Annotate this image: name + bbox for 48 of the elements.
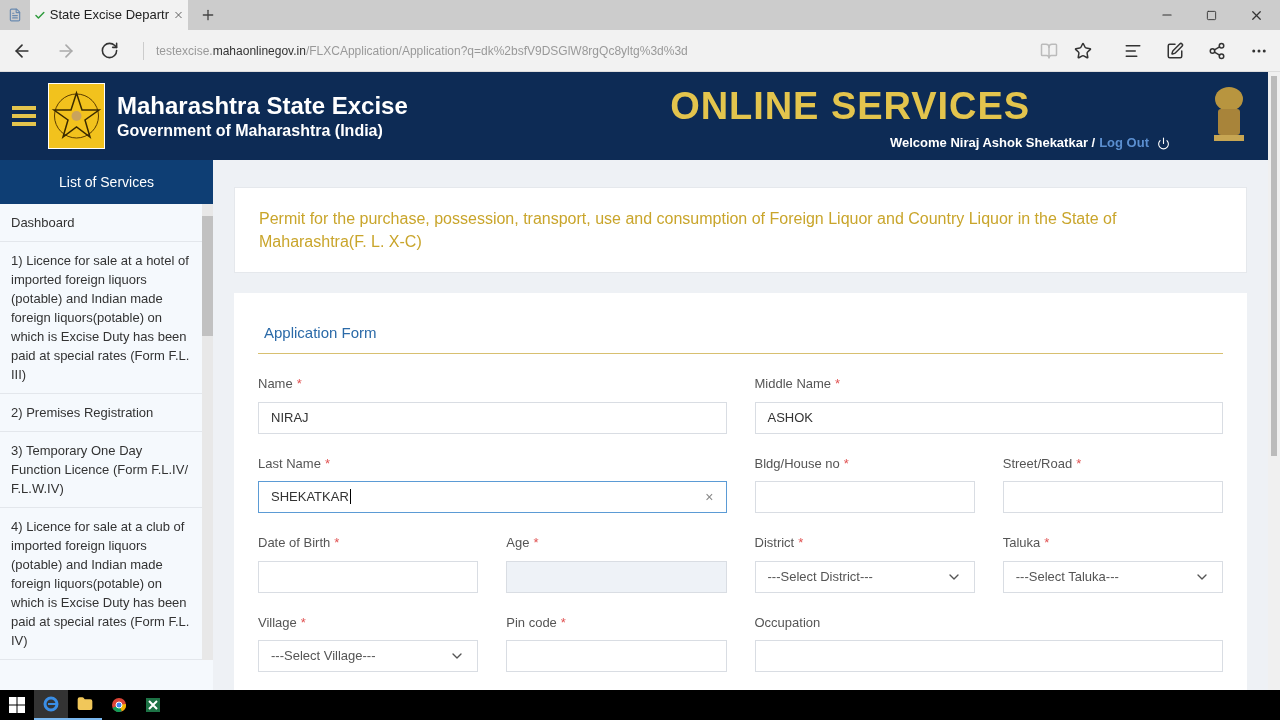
restore-icon[interactable] [1206,9,1217,21]
site-subtitle: Government of Maharashtra (India) [117,121,384,141]
field-label: Bldg/House no * [754,454,850,473]
spreadsheet-taskbar-icon[interactable] [145,697,161,713]
menu-icon[interactable] [12,106,36,126]
browser-taskbar-icon[interactable] [34,690,68,720]
logout-link[interactable]: Log Out [1099,133,1149,153]
field-label: District * [754,534,805,552]
sidebar-heading: List of Services [0,160,213,204]
start-icon[interactable] [9,697,25,713]
input-field[interactable] [258,560,479,593]
input-field[interactable] [506,640,727,672]
field-label: Village * [258,613,307,632]
input-field[interactable] [754,481,975,513]
share-icon[interactable] [1208,41,1226,60]
input-field[interactable]: SHEKATKAR × [258,481,727,513]
select-field[interactable]: ---Select Village--- [258,640,479,672]
field-label: Age * [506,534,540,552]
emblem-logo [48,83,105,149]
field-label: Taluka * [1002,534,1051,552]
new-tab-icon[interactable] [200,7,216,23]
page-scrollbar[interactable] [1268,72,1280,690]
scrollbar[interactable] [202,204,213,660]
input-field[interactable] [1002,481,1223,513]
power-icon[interactable] [1157,136,1170,150]
field-label: Occupation [754,613,822,632]
field-label: Last Name * [258,454,331,473]
note-icon[interactable] [1166,41,1184,60]
field-label: Date of Birth * [258,534,341,552]
welcome-text: Welcome Niraj Ashok Shekatkar / [889,134,1096,153]
browser-tab[interactable]: State Excise Departr [30,0,188,30]
field-label: Street/Road * [1002,454,1083,473]
chrome-taskbar-icon[interactable] [111,697,127,713]
page-title: Permit for the purchase, possession, transport, use and consumption of Foreign Liquor and Country Liquor in the State of Maharashtra(F. L. X-C) [259,209,1118,252]
site-title: Maharashtra State Excise [117,91,408,121]
field-label: Name * [258,375,303,393]
select-field[interactable]: ---Select District--- [754,560,975,593]
field-label: Pin code * [506,613,567,632]
clear-button[interactable]: × [705,486,714,508]
select-field[interactable]: ---Select Taluka--- [1002,560,1223,593]
favorite-icon[interactable] [1074,41,1092,60]
banner-title: ONLINE SERVICES [670,87,1030,126]
input-field[interactable] [754,640,1223,672]
input-field[interactable]: ASHOK [754,401,1223,434]
field-label: Middle Name * [754,375,842,393]
input-field[interactable]: NIRAJ [258,401,727,434]
form-title: Application Form [264,324,377,341]
refresh-icon[interactable] [100,41,119,60]
